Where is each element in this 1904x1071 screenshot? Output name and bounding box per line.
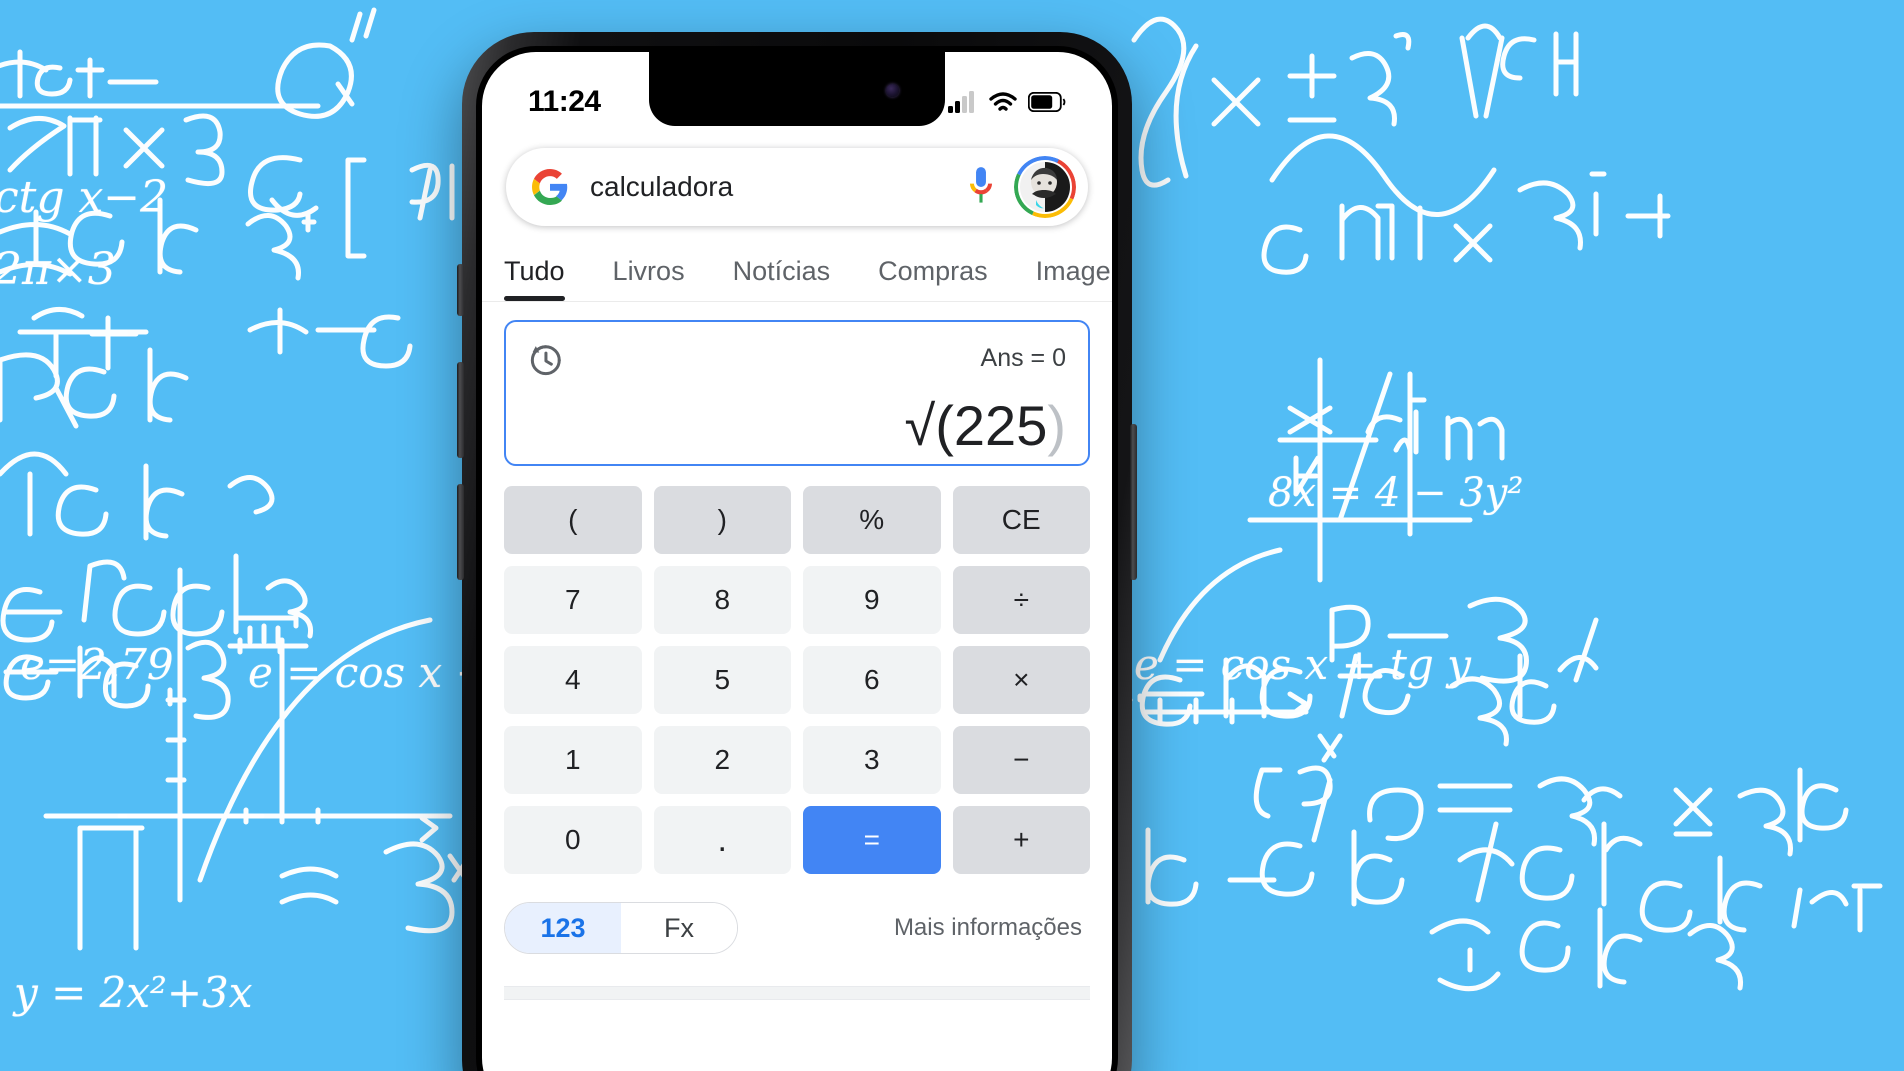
google-g-icon bbox=[532, 169, 568, 205]
history-icon[interactable] bbox=[526, 342, 564, 385]
mic-icon bbox=[969, 167, 993, 203]
calc-key-decimal[interactable]: . bbox=[653, 806, 791, 874]
expression-trailing-paren: ) bbox=[1047, 394, 1066, 457]
calc-key-subtract[interactable]: − bbox=[952, 726, 1090, 794]
phone-power-button[interactable] bbox=[1130, 424, 1137, 580]
calculator-expression: √(225) bbox=[905, 393, 1066, 458]
phone-device: 11:24 calculadora Tudo Livros Notícias C… bbox=[457, 32, 1137, 1071]
search-bar[interactable]: calculadora bbox=[506, 148, 1088, 226]
status-clock: 11:24 bbox=[528, 85, 601, 118]
calc-key-clear-entry[interactable]: CE bbox=[952, 486, 1090, 554]
calculator-display[interactable]: Ans = 0 √(225) bbox=[504, 320, 1090, 466]
tab-compras[interactable]: Compras bbox=[878, 256, 988, 301]
calc-key-digit-4[interactable]: 4 bbox=[504, 646, 642, 714]
calc-key-open-paren[interactable]: ( bbox=[504, 486, 642, 554]
phone-notch bbox=[649, 52, 945, 126]
calculator-footer: 123 Fx Mais informações bbox=[504, 902, 1090, 960]
more-info-link[interactable]: Mais informações bbox=[894, 914, 1082, 942]
calculator-widget: Ans = 0 √(225) ()% CE 7 8 9 ÷ 4 5 6 × 1 2 3−0. = + 123… bbox=[482, 302, 1112, 1000]
tab-livros[interactable]: Livros bbox=[613, 256, 685, 301]
calc-key-digit-0[interactable]: 0 bbox=[504, 806, 642, 874]
scene: ctg x−2 2π×3 y = 2x²+3x e=2,79 e = cos x… bbox=[0, 0, 1904, 1071]
calc-key-multiply[interactable]: × bbox=[952, 646, 1090, 714]
front-camera-icon bbox=[886, 84, 899, 97]
search-result-tabs[interactable]: Tudo Livros Notícias Compras Imagens Víd bbox=[482, 226, 1112, 302]
calc-key-digit-6[interactable]: 6 bbox=[803, 646, 941, 714]
calc-key-add[interactable]: + bbox=[952, 806, 1090, 874]
mode-fx-button[interactable]: Fx bbox=[621, 903, 737, 953]
phone-silent-switch[interactable] bbox=[457, 264, 464, 316]
calc-key-divide[interactable]: ÷ bbox=[952, 566, 1090, 634]
avatar[interactable] bbox=[1014, 156, 1076, 218]
cellular-signal-icon bbox=[948, 91, 974, 113]
content-divider bbox=[504, 986, 1090, 1000]
tab-tudo[interactable]: Tudo bbox=[504, 256, 565, 301]
phone-volume-up-button[interactable] bbox=[457, 362, 464, 458]
calculator-answer-label: Ans = 0 bbox=[980, 344, 1066, 372]
calc-key-digit-9[interactable]: 9 bbox=[803, 566, 941, 634]
tab-imagens[interactable]: Imagens bbox=[1036, 256, 1112, 301]
tab-noticias[interactable]: Notícias bbox=[733, 256, 831, 301]
calc-key-digit-7[interactable]: 7 bbox=[504, 566, 642, 634]
calc-key-digit-3[interactable]: 3 bbox=[803, 726, 941, 794]
calc-key-digit-2[interactable]: 2 bbox=[653, 726, 791, 794]
phone-bezel: 11:24 calculadora Tudo Livros Notícias C… bbox=[476, 46, 1118, 1071]
phone-screen: 11:24 calculadora Tudo Livros Notícias C… bbox=[482, 52, 1112, 1071]
phone-volume-down-button[interactable] bbox=[457, 484, 464, 580]
wifi-icon bbox=[989, 92, 1017, 111]
voice-search-button[interactable] bbox=[964, 165, 998, 209]
calculator-mode-toggle[interactable]: 123 Fx bbox=[504, 902, 738, 954]
calc-key-equals[interactable]: = bbox=[803, 806, 941, 874]
search-area: calculadora bbox=[482, 130, 1112, 226]
battery-icon bbox=[1028, 92, 1066, 112]
mode-123-button[interactable]: 123 bbox=[505, 903, 621, 953]
status-icons bbox=[948, 91, 1066, 113]
calculator-keypad: ()% CE 7 8 9 ÷ 4 5 6 × 1 2 3− 0. = + bbox=[504, 486, 1090, 874]
calc-key-digit-1[interactable]: 1 bbox=[504, 726, 642, 794]
calc-key-digit-8[interactable]: 8 bbox=[653, 566, 791, 634]
calc-key-digit-5[interactable]: 5 bbox=[653, 646, 791, 714]
search-query-text[interactable]: calculadora bbox=[590, 171, 964, 203]
calc-key-percent[interactable]: % bbox=[803, 486, 941, 554]
calc-key-close-paren[interactable]: ) bbox=[653, 486, 791, 554]
expression-main: √(225 bbox=[904, 394, 1048, 457]
